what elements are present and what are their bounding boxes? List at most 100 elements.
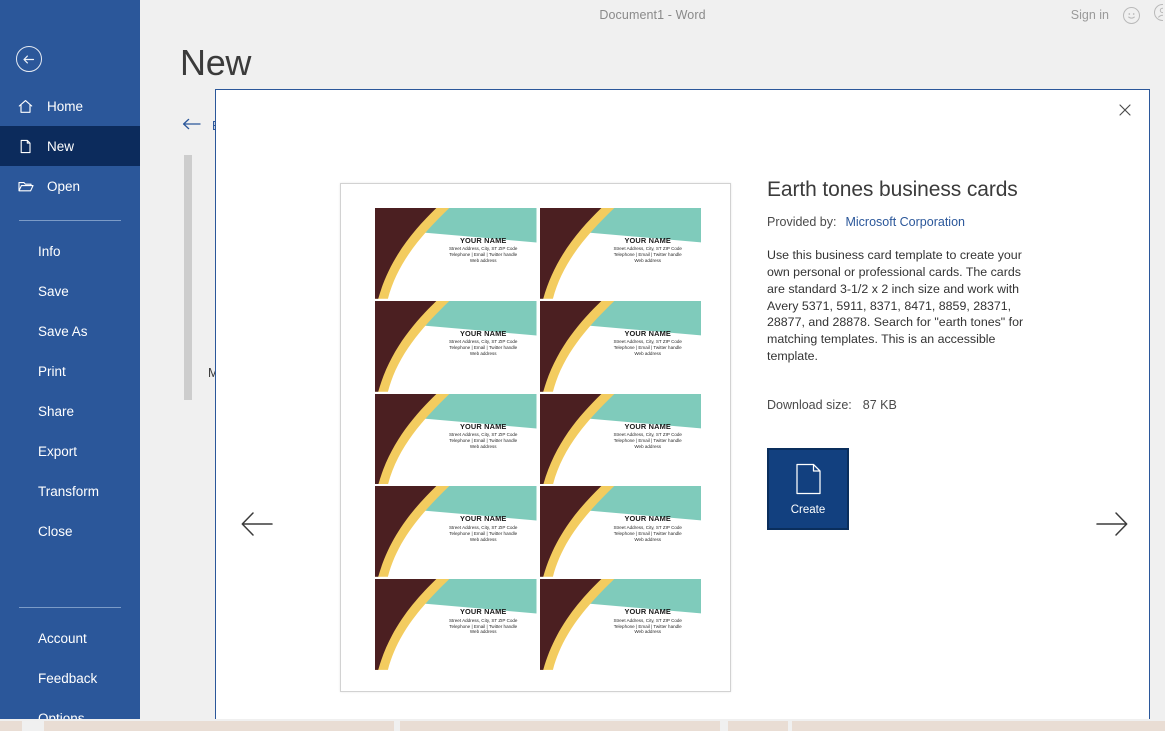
- card-web: Web address: [598, 537, 698, 542]
- card-text-block: YOUR NAMEStreet Address, City, ST ZIP Co…: [433, 608, 533, 635]
- close-icon[interactable]: [1107, 95, 1143, 125]
- card-name: YOUR NAME: [598, 515, 698, 524]
- template-preview-image: YOUR NAMEStreet Address, City, ST ZIP Co…: [340, 183, 731, 692]
- sidebar-item-info[interactable]: Info: [0, 231, 140, 271]
- download-size-row: Download size: 87 KB: [767, 398, 1067, 412]
- sidebar-item-label: Share: [38, 404, 74, 419]
- card-contact: Telephone | Email | Twitter handle: [598, 438, 698, 443]
- sidebar-item-account[interactable]: Account: [0, 618, 140, 658]
- sidebar-item-save-as[interactable]: Save As: [0, 311, 140, 351]
- business-card: YOUR NAMEStreet Address, City, ST ZIP Co…: [375, 301, 537, 392]
- card-contact: Telephone | Email | Twitter handle: [433, 624, 533, 629]
- provider-link[interactable]: Microsoft Corporation: [845, 215, 965, 229]
- card-name: YOUR NAME: [598, 330, 698, 339]
- sidebar-item-label: Info: [38, 244, 61, 259]
- backstage-sidebar: Home New Open: [0, 0, 140, 719]
- card-web: Web address: [598, 629, 698, 634]
- card-text-block: YOUR NAMEStreet Address, City, ST ZIP Co…: [433, 423, 533, 450]
- card-text-block: YOUR NAMEStreet Address, City, ST ZIP Co…: [598, 515, 698, 542]
- window-title: Document1 - Word: [599, 8, 705, 22]
- back-arrow-circle-icon[interactable]: [16, 46, 42, 72]
- card-text-block: YOUR NAMEStreet Address, City, ST ZIP Co…: [598, 423, 698, 450]
- card-address: Street Address, City, ST ZIP Code: [433, 432, 533, 437]
- card-text-block: YOUR NAMEStreet Address, City, ST ZIP Co…: [598, 330, 698, 357]
- sidebar-item-label: Transform: [38, 484, 99, 499]
- business-card: YOUR NAMEStreet Address, City, ST ZIP Co…: [375, 579, 537, 670]
- card-web: Web address: [598, 444, 698, 449]
- card-sheet: YOUR NAMEStreet Address, City, ST ZIP Co…: [341, 184, 731, 692]
- template-description: Use this business card template to creat…: [767, 247, 1035, 365]
- card-text-block: YOUR NAMEStreet Address, City, ST ZIP Co…: [433, 237, 533, 264]
- sidebar-item-feedback[interactable]: Feedback: [0, 658, 140, 698]
- card-web: Web address: [433, 629, 533, 634]
- template-preview-dialog: YOUR NAMEStreet Address, City, ST ZIP Co…: [215, 89, 1150, 723]
- arrow-left-icon: [182, 118, 201, 133]
- next-template-button[interactable]: [1092, 508, 1132, 544]
- sidebar-item-save[interactable]: Save: [0, 271, 140, 311]
- sidebar-item-export[interactable]: Export: [0, 431, 140, 471]
- sidebar-item-transform[interactable]: Transform: [0, 471, 140, 511]
- document-page-icon: [795, 463, 822, 500]
- home-icon: [17, 98, 34, 115]
- card-name: YOUR NAME: [598, 237, 698, 246]
- card-contact: Telephone | Email | Twitter handle: [598, 531, 698, 536]
- sidebar-spacer: [0, 551, 140, 593]
- card-contact: Telephone | Email | Twitter handle: [433, 252, 533, 257]
- card-web: Web address: [598, 258, 698, 263]
- arrow-right-icon: [1096, 511, 1128, 542]
- account-person-icon[interactable]: [1154, 4, 1163, 26]
- sign-in-button[interactable]: Sign in: [1071, 8, 1109, 22]
- sidebar-item-label: Print: [38, 364, 66, 379]
- card-text-block: YOUR NAMEStreet Address, City, ST ZIP Co…: [433, 330, 533, 357]
- card-address: Street Address, City, ST ZIP Code: [598, 339, 698, 344]
- sidebar-item-label: Save As: [38, 324, 88, 339]
- card-address: Street Address, City, ST ZIP Code: [433, 339, 533, 344]
- sidebar-item-label: Save: [38, 284, 69, 299]
- previous-template-button[interactable]: [237, 508, 277, 544]
- card-address: Street Address, City, ST ZIP Code: [598, 246, 698, 251]
- sidebar-item-label: Account: [38, 631, 87, 646]
- provided-by-row: Provided by: Microsoft Corporation: [767, 215, 1067, 229]
- sidebar-item-label: Open: [47, 179, 80, 194]
- business-card-grid: YOUR NAMEStreet Address, City, ST ZIP Co…: [375, 208, 701, 670]
- card-web: Web address: [433, 351, 533, 356]
- new-document-icon: [17, 138, 34, 155]
- smiley-face-icon[interactable]: [1123, 7, 1140, 24]
- backstage-scrollbar[interactable]: [184, 155, 192, 400]
- card-name: YOUR NAME: [598, 608, 698, 617]
- business-card: YOUR NAMEStreet Address, City, ST ZIP Co…: [540, 301, 702, 392]
- word-backstage-new-screen: Document1 - Word Sign in: [0, 0, 1165, 731]
- card-web: Web address: [598, 351, 698, 356]
- create-button[interactable]: Create: [767, 448, 849, 530]
- sidebar-item-share[interactable]: Share: [0, 391, 140, 431]
- download-size-value: 87 KB: [863, 398, 897, 412]
- taskbar-strip: [0, 719, 1165, 731]
- download-size-label: Download size:: [767, 398, 852, 412]
- title-bar-actions: Sign in: [1071, 0, 1165, 30]
- card-web: Web address: [433, 444, 533, 449]
- card-name: YOUR NAME: [433, 515, 533, 524]
- sidebar-item-home[interactable]: Home: [0, 86, 140, 126]
- provided-by-label: Provided by:: [767, 215, 836, 229]
- card-text-block: YOUR NAMEStreet Address, City, ST ZIP Co…: [433, 515, 533, 542]
- card-name: YOUR NAME: [433, 423, 533, 432]
- business-card: YOUR NAMEStreet Address, City, ST ZIP Co…: [540, 208, 702, 299]
- business-card: YOUR NAMEStreet Address, City, ST ZIP Co…: [540, 579, 702, 670]
- card-address: Street Address, City, ST ZIP Code: [433, 525, 533, 530]
- sidebar-main-nav: Home New Open: [0, 86, 140, 731]
- sidebar-item-new[interactable]: New: [0, 126, 140, 166]
- sidebar-divider-top: [19, 220, 121, 221]
- business-card: YOUR NAMEStreet Address, City, ST ZIP Co…: [375, 208, 537, 299]
- business-card: YOUR NAMEStreet Address, City, ST ZIP Co…: [540, 394, 702, 485]
- card-web: Web address: [433, 537, 533, 542]
- card-contact: Telephone | Email | Twitter handle: [433, 531, 533, 536]
- sidebar-item-print[interactable]: Print: [0, 351, 140, 391]
- business-card: YOUR NAMEStreet Address, City, ST ZIP Co…: [375, 394, 537, 485]
- arrow-left-icon: [241, 511, 273, 542]
- sidebar-item-open[interactable]: Open: [0, 166, 140, 206]
- card-text-block: YOUR NAMEStreet Address, City, ST ZIP Co…: [598, 237, 698, 264]
- sidebar-item-close[interactable]: Close: [0, 511, 140, 551]
- business-card: YOUR NAMEStreet Address, City, ST ZIP Co…: [375, 486, 537, 577]
- card-contact: Telephone | Email | Twitter handle: [433, 345, 533, 350]
- sidebar-item-label: Feedback: [38, 671, 97, 686]
